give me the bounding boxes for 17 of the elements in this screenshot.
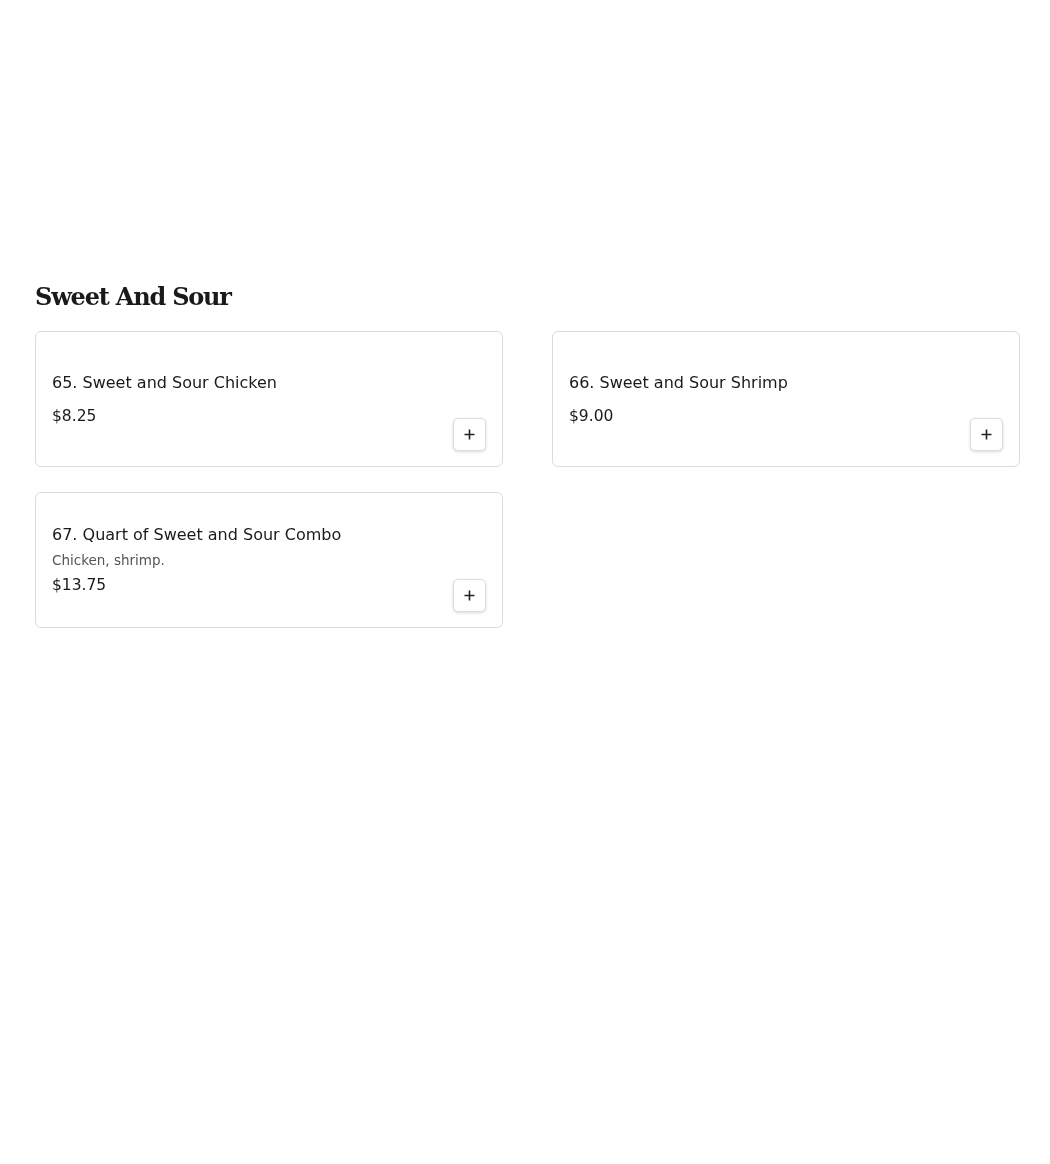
item-description: Chicken, shrimp. <box>52 551 166 569</box>
item-name: 67. Quart of Sweet and Sour Combo <box>52 524 342 546</box>
item-price: $13.75 <box>52 575 108 596</box>
plus-icon <box>464 590 475 601</box>
section-heading: Sweet And Sour <box>35 281 233 313</box>
add-button[interactable] <box>970 418 1003 451</box>
item-name: 66. Sweet and Sour Shrimp <box>569 371 788 394</box>
item-price: $8.25 <box>52 405 98 427</box>
item-price: $9.00 <box>569 405 615 427</box>
menu-item-card[interactable]: 65. Sweet and Sour Chicken $8.25 <box>35 331 503 467</box>
plus-icon <box>464 429 475 440</box>
menu-item-card[interactable]: 66. Sweet and Sour Shrimp $9.00 <box>552 331 1020 467</box>
menu-item-card[interactable]: 67. Quart of Sweet and Sour Combo Chicken, shrimp. $13.75 <box>35 492 503 628</box>
item-name: 65. Sweet and Sour Chicken <box>52 371 277 394</box>
plus-icon <box>981 429 992 440</box>
add-button[interactable] <box>453 579 486 612</box>
add-button[interactable] <box>453 418 486 451</box>
